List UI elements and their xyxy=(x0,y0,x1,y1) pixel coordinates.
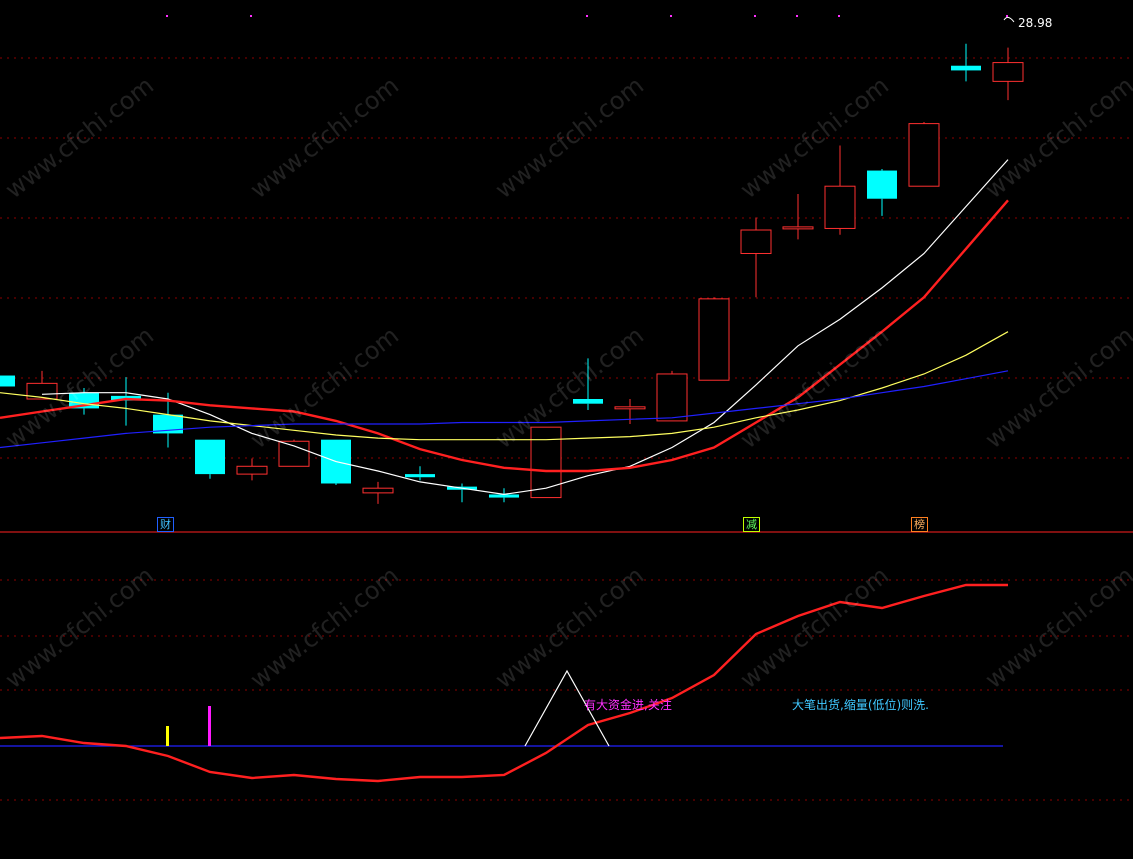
candle xyxy=(908,122,940,187)
candle-body xyxy=(236,465,268,475)
tick-mark xyxy=(586,15,588,17)
candle xyxy=(740,217,772,298)
candle xyxy=(782,194,814,240)
ma-line xyxy=(0,331,1009,441)
indicator-line xyxy=(0,583,1008,783)
candle-body xyxy=(951,65,981,71)
indicator-panel xyxy=(0,583,1008,783)
candle-body xyxy=(573,399,603,404)
marker-cai[interactable]: 财 xyxy=(157,517,174,532)
candle-body xyxy=(405,474,435,478)
candle xyxy=(362,481,394,504)
tick-mark xyxy=(670,15,672,17)
tick-mark xyxy=(754,15,756,17)
tick-mark xyxy=(1006,15,1008,17)
tick-mark xyxy=(166,15,168,17)
tick-mark xyxy=(250,15,252,17)
candle-body xyxy=(0,375,15,387)
candle-body xyxy=(656,373,688,422)
candle-body xyxy=(614,406,646,410)
candle xyxy=(698,297,730,381)
candle xyxy=(195,439,225,479)
candle xyxy=(278,439,310,467)
stock-chart xyxy=(0,15,1133,801)
candle xyxy=(824,145,856,235)
tick-mark xyxy=(838,15,840,17)
candle-body xyxy=(362,487,394,494)
candle-body xyxy=(782,226,814,230)
distribution-note: 大笔出货,缩量(低位)则洗. xyxy=(792,698,929,712)
candle-body xyxy=(867,170,897,199)
candle-body xyxy=(698,298,730,381)
candle-body xyxy=(278,440,310,467)
top-tick-marks xyxy=(166,15,1008,17)
candle-body xyxy=(992,62,1024,82)
capital-inflow-note: 有大资金进,关注 xyxy=(584,698,672,712)
candle xyxy=(236,458,268,481)
candle-body xyxy=(824,185,856,229)
marker-jian[interactable]: 减 xyxy=(743,517,760,532)
candle-body xyxy=(195,439,225,475)
indicator-bar xyxy=(208,706,211,746)
candle xyxy=(0,375,15,387)
candle xyxy=(489,488,519,503)
candle xyxy=(992,47,1024,101)
candle-body xyxy=(530,426,562,499)
price-label: 28.98 xyxy=(1018,16,1053,30)
price-label-pointer xyxy=(1003,16,1015,23)
candle xyxy=(321,439,351,486)
candle xyxy=(951,43,981,82)
candle xyxy=(26,370,58,400)
candle xyxy=(867,168,897,216)
indicator-bar xyxy=(166,726,169,746)
ma-line xyxy=(41,159,1009,496)
ma-line xyxy=(0,199,1009,473)
candle xyxy=(530,426,562,499)
candle xyxy=(69,388,99,415)
candle xyxy=(573,358,603,410)
candle-body xyxy=(740,229,772,254)
marker-bang[interactable]: 榜 xyxy=(911,517,928,532)
tick-mark xyxy=(796,15,798,17)
candle-body xyxy=(908,123,940,187)
candle xyxy=(656,370,688,422)
moving-average-lines xyxy=(0,159,1009,496)
ma-line xyxy=(0,370,1009,449)
candle xyxy=(405,466,435,481)
